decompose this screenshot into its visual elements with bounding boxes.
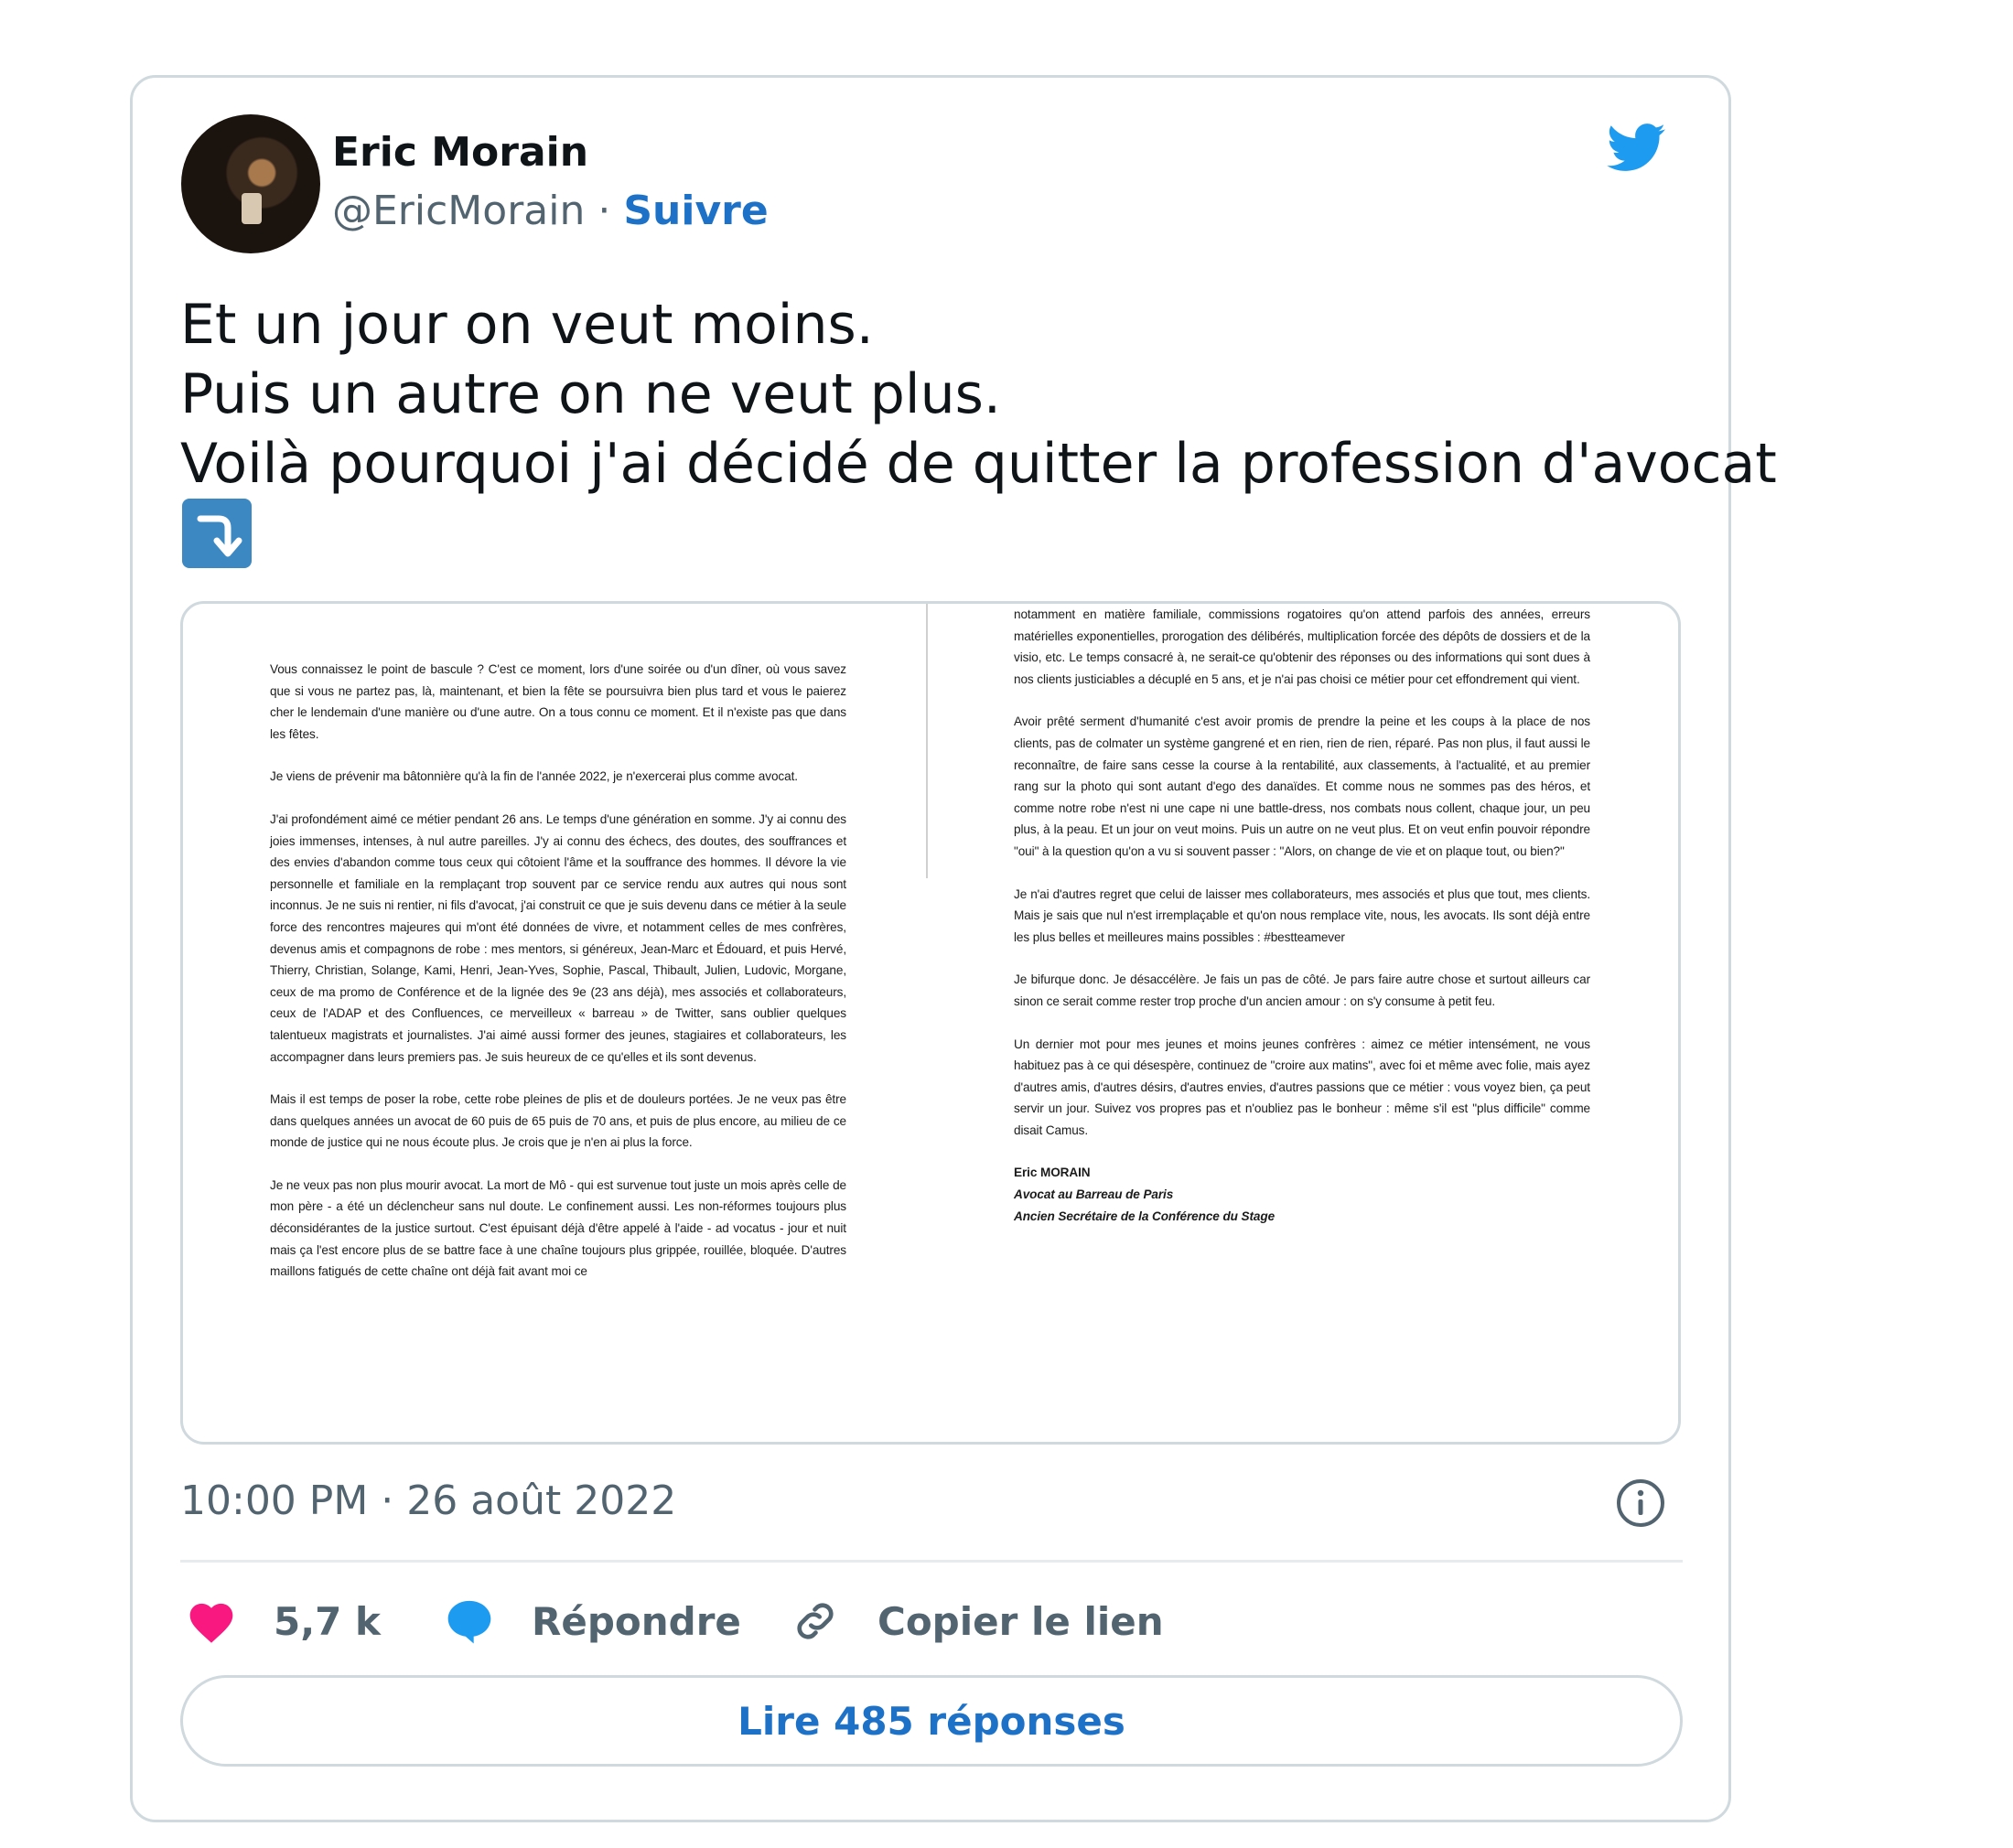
document-paragraph: Je ne veux pas non plus mourir avocat. L… bbox=[270, 1177, 846, 1279]
document-paragraph: J'ai profondément aimé ce métier pendant… bbox=[270, 811, 846, 1064]
document-paragraph: Un dernier mot pour mes jeunes et moins … bbox=[1014, 1037, 1590, 1137]
tweet-card: Eric Morain @EricMorain · Suivre Et un j… bbox=[130, 75, 1777, 1822]
tweet-timestamp[interactable]: 10:00 PM · 26 août 2022 bbox=[180, 1477, 676, 1524]
document-cut-line: ▬▬▬▬▬▬▬▬▬▬▬▬▬▬▬▬▬▬▬▬▬▬ bbox=[285, 604, 798, 609]
author-handle-row: @EricMorain · Suivre bbox=[332, 188, 769, 234]
document-paragraph: Mais il est temps de poser la robe, cett… bbox=[270, 1092, 846, 1150]
right-arrow-curving-down-icon bbox=[182, 499, 252, 568]
document-paragraph: notamment en matière familiale, commissi… bbox=[1014, 607, 1590, 686]
like-button[interactable]: 5,7 k bbox=[186, 1589, 381, 1653]
reply-label: Répondre bbox=[532, 1598, 741, 1644]
info-icon[interactable] bbox=[1615, 1477, 1666, 1529]
follow-button[interactable]: Suivre bbox=[623, 188, 768, 234]
tweet-line: Voilà pourquoi j'ai décidé de quitter la… bbox=[180, 432, 1777, 496]
document-paragraph: Je bifurque donc. Je désaccélère. Je fai… bbox=[1014, 972, 1590, 1008]
author-handle[interactable]: @EricMorain bbox=[332, 188, 585, 234]
heart-icon bbox=[189, 1603, 233, 1643]
attached-document-image[interactable]: ▬▬▬▬▬▬▬▬▬▬▬▬▬▬▬▬▬▬▬▬▬▬ Vous connaissez l… bbox=[180, 601, 1681, 1445]
document-right-column: notamment en matière familiale, commissi… bbox=[1014, 604, 1590, 1227]
document-signature: Eric MORAIN Avocat au Barreau de Paris A… bbox=[1014, 1162, 1590, 1227]
avatar[interactable] bbox=[181, 114, 320, 253]
signature-role: Avocat au Barreau de Paris bbox=[1014, 1187, 1174, 1202]
read-replies-button[interactable]: Lire 485 réponses bbox=[180, 1675, 1683, 1767]
divider bbox=[180, 1560, 1683, 1563]
handle-separator: · bbox=[597, 188, 611, 234]
document-paragraph: Je n'ai d'autres regret que celui de lai… bbox=[1014, 886, 1590, 944]
signature-role: Ancien Secrétaire de la Conférence du St… bbox=[1014, 1209, 1276, 1223]
document-paragraph: Avoir prêté serment d'humanité c'est avo… bbox=[1014, 714, 1590, 858]
reply-bubble-icon bbox=[447, 1600, 491, 1644]
signature-name: Eric MORAIN bbox=[1014, 1166, 1091, 1180]
tweet-line: Puis un autre on ne veut plus. bbox=[180, 362, 1001, 426]
reply-button[interactable]: Répondre bbox=[444, 1589, 741, 1653]
page-divider bbox=[926, 604, 928, 878]
author-name[interactable]: Eric Morain bbox=[332, 129, 588, 176]
tweet-line: Et un jour on veut moins. bbox=[180, 293, 874, 357]
tweet-text: Et un jour on veut moins. Puis un autre … bbox=[180, 290, 1777, 499]
link-icon bbox=[797, 1603, 834, 1639]
copy-link-label: Copier le lien bbox=[877, 1598, 1164, 1644]
document-paragraph: Vous connaissez le point de bascule ? C'… bbox=[270, 662, 846, 741]
twitter-bird-icon[interactable] bbox=[1601, 118, 1673, 177]
copy-link-button[interactable]: Copier le lien bbox=[790, 1589, 1164, 1653]
like-count: 5,7 k bbox=[274, 1598, 381, 1644]
document-left-column: Vous connaissez le point de bascule ? C'… bbox=[270, 659, 846, 1304]
document-paragraph: Je viens de prévenir ma bâtonnière qu'à … bbox=[270, 769, 798, 784]
